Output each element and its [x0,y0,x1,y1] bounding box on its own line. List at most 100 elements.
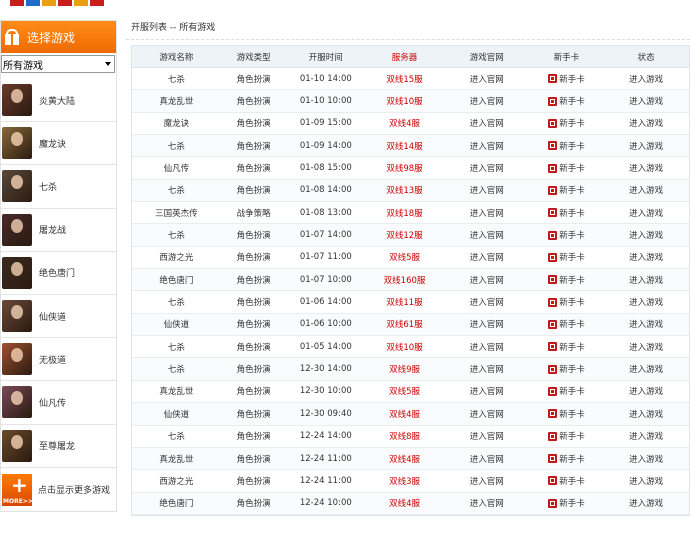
novice-card-link[interactable]: 新手卡 [530,224,604,245]
novice-card-label: 新手卡 [559,432,585,443]
gift-card-icon [548,454,558,464]
novice-card-label: 新手卡 [559,186,585,197]
official-site-link[interactable]: 进入官网 [444,269,530,290]
more-icon-text: MORE>> [3,497,33,505]
enter-game-link[interactable]: 进入游戏 [603,358,689,379]
novice-card-link[interactable]: 新手卡 [530,180,604,201]
official-site-link[interactable]: 进入官网 [444,403,530,424]
server-cell: 双线5服 [389,387,420,398]
novice-card-link[interactable]: 新手卡 [530,135,604,156]
official-site-link[interactable]: 进入官网 [444,90,530,111]
novice-card-link[interactable]: 新手卡 [530,90,604,111]
gift-icon [3,28,21,46]
official-site-link[interactable]: 进入官网 [444,135,530,156]
site-logo[interactable] [10,0,130,6]
game-name-cell: 真龙乱世 [159,387,194,398]
game-thumbnail [2,127,32,160]
game-name: 炎黄大陆 [39,96,76,107]
enter-game-link[interactable]: 进入游戏 [603,426,689,447]
official-site-link[interactable]: 进入官网 [444,493,530,514]
game-name: 七杀 [39,182,58,193]
enter-game-link[interactable]: 进入游戏 [603,291,689,312]
enter-game-link[interactable]: 进入游戏 [603,470,689,491]
enter-game-link[interactable]: 进入游戏 [603,202,689,223]
official-site-link[interactable]: 进入官网 [444,358,530,379]
official-site-link[interactable]: 进入官网 [444,381,530,402]
game-thumbnail [2,429,32,462]
novice-card-link[interactable]: 新手卡 [530,157,604,178]
enter-game-link[interactable]: 进入游戏 [603,493,689,514]
open-time-cell: 12-30 10:00 [299,386,352,397]
novice-card-link[interactable]: 新手卡 [530,358,604,379]
enter-game-link[interactable]: 进入游戏 [603,113,689,134]
show-more-games[interactable]: + MORE>> 点击显示更多游戏 [1,468,116,512]
official-site-link[interactable]: 进入官网 [444,448,530,469]
enter-game-link[interactable]: 进入游戏 [603,403,689,424]
enter-game-link[interactable]: 进入游戏 [603,135,689,156]
novice-card-link[interactable]: 新手卡 [530,113,604,134]
novice-card-link[interactable]: 新手卡 [530,269,604,290]
enter-game-link[interactable]: 进入游戏 [603,90,689,111]
official-site-link[interactable]: 进入官网 [444,224,530,245]
sidebar-game-item[interactable]: 无极道 [1,338,116,382]
official-site-link[interactable]: 进入官网 [444,426,530,447]
sidebar-game-item[interactable]: 绝色唐门 [1,252,116,295]
server-cell: 双线13服 [386,186,423,197]
sidebar-game-item[interactable]: 魔龙诀 [1,122,116,166]
official-site-link[interactable]: 进入官网 [444,68,530,89]
server-cell: 双线18服 [386,208,423,219]
enter-game-link[interactable]: 进入游戏 [603,157,689,178]
table-row: 七杀 角色扮演 01-05 14:00 双线10服 进入官网 新手卡 进入游戏 [132,336,689,359]
table-row: 七杀 角色扮演 01-06 14:00 双线11服 进入官网 新手卡 进入游戏 [132,291,689,314]
novice-card-link[interactable]: 新手卡 [530,403,604,424]
novice-card-link[interactable]: 新手卡 [530,381,604,402]
enter-game-link[interactable]: 进入游戏 [603,269,689,290]
enter-game-link[interactable]: 进入游戏 [603,314,689,335]
novice-card-link[interactable]: 新手卡 [530,426,604,447]
enter-game-link[interactable]: 进入游戏 [603,336,689,357]
sidebar-game-item[interactable]: 仙侠道 [1,295,116,339]
game-name-cell: 七杀 [167,231,185,242]
official-site-link[interactable]: 进入官网 [444,202,530,223]
official-site-link[interactable]: 进入官网 [444,247,530,268]
sidebar-game-item[interactable]: 七杀 [1,165,116,209]
novice-card-link[interactable]: 新手卡 [530,493,604,514]
novice-card-link[interactable]: 新手卡 [530,336,604,357]
novice-card-link[interactable]: 新手卡 [530,314,604,335]
sidebar-game-item[interactable]: 仙凡传 [1,381,116,425]
open-time-cell: 01-09 14:00 [299,140,352,151]
official-site-link[interactable]: 进入官网 [444,470,530,491]
sidebar-game-item[interactable]: 屠龙战 [1,209,116,252]
official-site-link[interactable]: 进入官网 [444,314,530,335]
sidebar-game-item[interactable]: 炎黄大陆 [1,79,116,123]
official-site-link[interactable]: 进入官网 [444,113,530,134]
official-site-link[interactable]: 进入官网 [444,336,530,357]
gift-card-icon [548,208,558,218]
enter-game-link[interactable]: 进入游戏 [603,448,689,469]
column-header: 游戏类型 [236,52,271,63]
novice-card-link[interactable]: 新手卡 [530,202,604,223]
gift-card-icon [548,185,558,195]
enter-game-link[interactable]: 进入游戏 [603,68,689,89]
game-name: 仙侠道 [39,312,67,323]
novice-card-link[interactable]: 新手卡 [530,291,604,312]
table-row: 绝色唐门 角色扮演 01-07 10:00 双线160服 进入官网 新手卡 进入游戏 [132,269,689,292]
game-name: 绝色唐门 [39,269,76,280]
game-filter-select[interactable]: 所有游戏 [1,55,115,73]
novice-card-link[interactable]: 新手卡 [530,247,604,268]
top-navigation [0,0,690,8]
game-type-cell: 角色扮演 [236,454,271,465]
gift-card-icon [548,364,558,374]
official-site-link[interactable]: 进入官网 [444,180,530,201]
sidebar-game-item[interactable]: 至尊屠龙 [1,425,116,468]
enter-game-link[interactable]: 进入游戏 [603,381,689,402]
enter-game-link[interactable]: 进入游戏 [603,224,689,245]
novice-card-link[interactable]: 新手卡 [530,470,604,491]
official-site-link[interactable]: 进入官网 [444,291,530,312]
game-name-cell: 西游之光 [159,253,194,264]
official-site-link[interactable]: 进入官网 [444,157,530,178]
enter-game-link[interactable]: 进入游戏 [603,180,689,201]
novice-card-link[interactable]: 新手卡 [530,68,604,89]
enter-game-link[interactable]: 进入游戏 [603,247,689,268]
novice-card-link[interactable]: 新手卡 [530,448,604,469]
